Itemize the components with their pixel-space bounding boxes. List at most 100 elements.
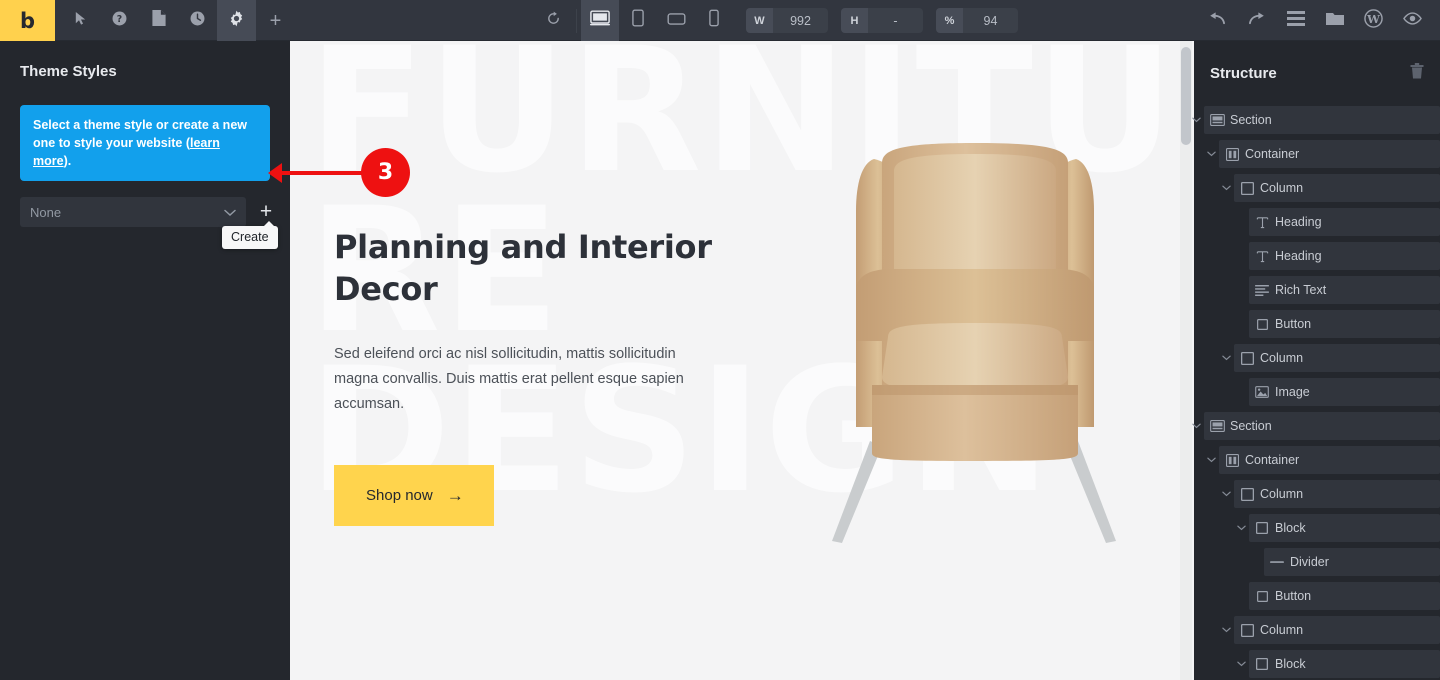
annotation-step-badge: 3 <box>361 148 410 197</box>
chevron-down-icon[interactable] <box>1218 616 1234 644</box>
tree-row-button[interactable]: Button <box>1194 582 1440 610</box>
tree-item[interactable]: Column <box>1234 344 1440 372</box>
redo-button[interactable] <box>1237 0 1276 41</box>
tree-row-divider[interactable]: Divider <box>1194 548 1440 576</box>
chevron-down-icon[interactable] <box>1233 650 1249 678</box>
tree-row-heading[interactable]: Heading <box>1194 208 1440 236</box>
tree-row-rich-text[interactable]: Rich Text <box>1194 276 1440 304</box>
tree-item-label: Container <box>1245 453 1300 467</box>
tree-item-label: Column <box>1260 351 1304 365</box>
zoom-value[interactable]: 94 <box>963 8 1018 33</box>
device-tablet-landscape-button[interactable] <box>657 0 695 41</box>
zoom-field[interactable]: % 94 <box>936 8 1018 33</box>
tree-row-column[interactable]: Column <box>1194 174 1440 202</box>
tree-item[interactable]: Button <box>1249 310 1440 338</box>
tree-item[interactable]: Section <box>1204 106 1440 134</box>
tree-row-block[interactable]: Block <box>1194 514 1440 542</box>
tree-item[interactable]: Divider <box>1264 548 1440 576</box>
refresh-button[interactable] <box>534 0 572 41</box>
tree-item[interactable]: Container <box>1219 140 1440 168</box>
delete-structure-button[interactable] <box>1410 63 1424 84</box>
pointer-tool-button[interactable] <box>61 0 100 41</box>
tree-row-section[interactable]: Section <box>1191 412 1440 440</box>
plus-icon: + <box>269 9 282 32</box>
chevron-down-icon[interactable] <box>1203 140 1219 168</box>
structure-tree[interactable]: Section Container Column Heading Heading Rich… <box>1191 106 1440 678</box>
block-icon <box>1249 522 1275 534</box>
settings-tool-button[interactable] <box>217 0 256 41</box>
column-icon <box>1234 623 1260 637</box>
section-icon <box>1204 420 1230 432</box>
column-icon <box>1234 181 1260 195</box>
tree-row-container[interactable]: Container <box>1194 446 1440 474</box>
chevron-down-icon[interactable] <box>1218 344 1234 372</box>
column-icon <box>1234 351 1260 365</box>
tree-row-block[interactable]: Block <box>1194 650 1440 678</box>
tree-item[interactable]: Button <box>1249 582 1440 610</box>
height-field[interactable]: H - <box>841 8 923 33</box>
hero-heading[interactable]: Planning and Interior Decor <box>334 226 734 310</box>
panel-title: Structure <box>1210 65 1277 82</box>
tree-row-container[interactable]: Container <box>1194 140 1440 168</box>
tree-item[interactable]: Column <box>1234 174 1440 202</box>
chevron-down-icon[interactable] <box>1188 106 1204 134</box>
tree-row-column[interactable]: Column <box>1194 616 1440 644</box>
tree-item[interactable]: Rich Text <box>1249 276 1440 304</box>
history-tool-button[interactable] <box>178 0 217 41</box>
tree-item[interactable]: Heading <box>1249 208 1440 236</box>
chevron-down-icon[interactable] <box>1188 412 1204 440</box>
tree-item[interactable]: Image <box>1249 378 1440 406</box>
device-desktop-button[interactable] <box>581 0 619 41</box>
width-value[interactable]: 992 <box>773 8 828 33</box>
wordpress-button[interactable]: W <box>1354 0 1393 41</box>
tree-item[interactable]: Heading <box>1249 242 1440 270</box>
chevron-down-icon[interactable] <box>1218 174 1234 202</box>
tree-item-label: Section <box>1230 419 1272 433</box>
chevron-down-icon[interactable] <box>1218 480 1234 508</box>
device-mobile-button[interactable] <box>695 0 733 41</box>
help-tool-button[interactable]: ? <box>100 0 139 41</box>
toolbar-left-tools: ? + <box>61 0 295 41</box>
menu-button[interactable] <box>1276 0 1315 41</box>
tree-item[interactable]: Column <box>1234 616 1440 644</box>
theme-styles-notice: Select a theme style or create a new one… <box>20 105 270 182</box>
editor-canvas[interactable]: FURNITU RE DESIGN Planning and Interior … <box>290 41 1194 680</box>
tree-item[interactable]: Column <box>1234 480 1440 508</box>
tree-item[interactable]: Block <box>1249 650 1440 678</box>
tree-item[interactable]: Section <box>1204 412 1440 440</box>
zoom-label: % <box>936 8 963 33</box>
block-icon <box>1249 658 1275 670</box>
tree-row-image[interactable]: Image <box>1194 378 1440 406</box>
armchair-image[interactable] <box>810 141 1140 566</box>
theme-styles-panel: Theme Styles Select a theme style or cre… <box>0 41 290 680</box>
tree-row-column[interactable]: Column <box>1194 480 1440 508</box>
tree-item[interactable]: Block <box>1249 514 1440 542</box>
create-tooltip: Create <box>222 221 278 249</box>
canvas-scrollbar[interactable] <box>1180 41 1192 680</box>
app-logo[interactable]: b <box>0 0 55 41</box>
pages-tool-button[interactable] <box>139 0 178 41</box>
chevron-down-icon[interactable] <box>1203 446 1219 474</box>
preview-button[interactable] <box>1393 0 1432 41</box>
page-icon <box>151 10 166 31</box>
width-label: W <box>746 8 773 33</box>
clock-icon <box>189 10 206 32</box>
tree-row-section[interactable]: Section <box>1191 106 1440 134</box>
tree-item[interactable]: Container <box>1219 446 1440 474</box>
tree-row-heading[interactable]: Heading <box>1194 242 1440 270</box>
folder-button[interactable] <box>1315 0 1354 41</box>
chevron-down-icon[interactable] <box>1233 514 1249 542</box>
tree-row-button[interactable]: Button <box>1194 310 1440 338</box>
height-value[interactable]: - <box>868 8 923 33</box>
arrow-right-icon: → <box>446 485 464 505</box>
hero-paragraph[interactable]: Sed eleifend orci ac nisl sollicitudin, … <box>334 342 712 417</box>
theme-style-select[interactable]: None <box>20 197 246 228</box>
shop-now-button[interactable]: Shop now → <box>334 465 494 527</box>
tree-row-column[interactable]: Column <box>1194 344 1440 372</box>
device-tablet-portrait-button[interactable] <box>619 0 657 41</box>
top-toolbar: b ? + W 992 H - % 94 W <box>0 0 1440 41</box>
question-circle-icon: ? <box>111 10 128 32</box>
add-tool-button[interactable]: + <box>256 0 295 41</box>
width-field[interactable]: W 992 <box>746 8 828 33</box>
undo-button[interactable] <box>1198 0 1237 41</box>
